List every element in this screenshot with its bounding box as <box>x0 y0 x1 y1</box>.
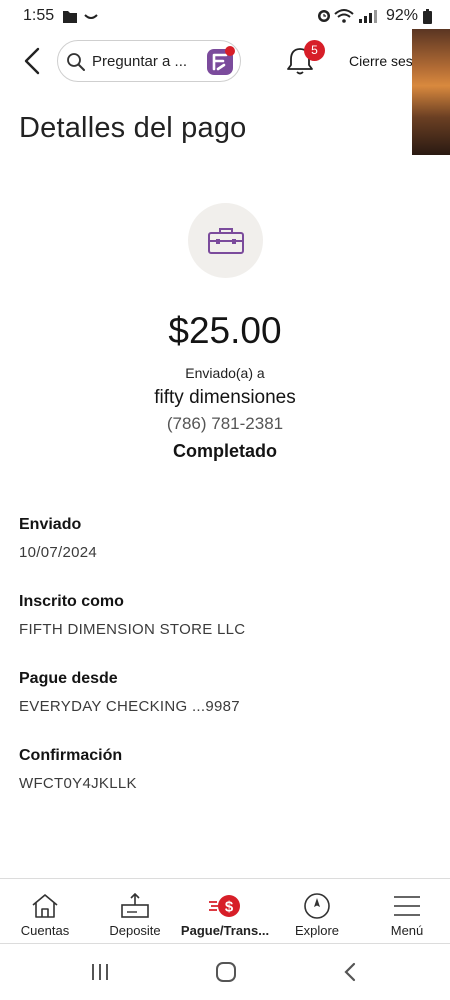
detail-label: Confirmación <box>19 747 123 764</box>
detail-label: Inscrito como <box>19 593 124 610</box>
app-header: Preguntar a ... 5 Cierre ses <box>0 36 450 86</box>
status-right: 92% <box>317 7 432 25</box>
compass-icon <box>304 893 330 919</box>
fargo-assistant-icon[interactable] <box>207 46 236 75</box>
minus-curve-icon <box>84 14 98 19</box>
detail-confirmation: Confirmación WFCT0Y4JKLLK <box>19 747 429 792</box>
status-bar: 1:55 92% <box>0 0 450 34</box>
nav-label: Cuentas <box>20 923 70 938</box>
detail-label: Enviado <box>19 516 82 533</box>
nav-label: Explore <box>294 923 340 938</box>
nav-item-explore[interactable]: Explore <box>272 879 362 945</box>
nav-label: Deposite <box>109 923 161 938</box>
search-icon <box>67 53 85 71</box>
notification-badge: 5 <box>304 40 325 61</box>
payee-name: fifty dimensiones <box>154 387 296 408</box>
battery-percent: 92% <box>385 7 418 24</box>
nav-label: Pague/Trans... <box>180 923 270 938</box>
battery-icon <box>423 8 432 24</box>
chevron-left-icon <box>24 47 40 75</box>
wifi-icon <box>334 9 354 23</box>
floating-video-thumbnail[interactable] <box>412 29 450 155</box>
payment-status: Completado <box>172 441 277 461</box>
detail-sent-date: Enviado 10/07/2024 <box>19 516 429 561</box>
search-placeholder: Preguntar a ... <box>92 53 188 70</box>
recent-apps-icon[interactable] <box>90 961 110 983</box>
alarm-icon <box>317 10 330 22</box>
sent-to-label: Enviado(a) a <box>185 365 265 381</box>
home-icon <box>32 894 58 918</box>
detail-value: 10/07/2024 <box>19 544 98 561</box>
nav-item-pay-transfer[interactable]: $ Pague/Trans... <box>180 879 270 945</box>
nav-label: Menú <box>390 923 424 938</box>
payment-amount: $25.00 <box>168 310 282 351</box>
pay-transfer-icon: $ <box>209 895 240 917</box>
detail-value: EVERYDAY CHECKING ...9987 <box>19 698 240 715</box>
nav-item-accounts[interactable]: Cuentas <box>0 879 90 945</box>
system-navigation-bar <box>0 945 450 1000</box>
deposit-icon <box>121 893 149 918</box>
assistant-search-field[interactable]: Preguntar a ... <box>57 40 241 82</box>
detail-pay-from: Pague desde EVERYDAY CHECKING ...9987 <box>19 670 429 715</box>
signout-button[interactable]: Cierre ses <box>349 53 413 69</box>
signal-icon <box>358 10 377 23</box>
detail-label: Pague desde <box>19 670 118 687</box>
detail-value: WFCT0Y4JKLLK <box>19 775 137 792</box>
nav-item-menu[interactable]: Menú <box>362 879 450 945</box>
nav-item-deposit[interactable]: Deposite <box>90 879 180 945</box>
payee-phone: (786) 781-2381 <box>166 414 284 433</box>
detail-enrolled-as: Inscrito como FIFTH DIMENSION STORE LLC <box>19 593 429 638</box>
status-time: 1:55 <box>23 7 55 24</box>
home-button-icon[interactable] <box>214 960 238 984</box>
folder-icon <box>63 11 77 23</box>
status-notification-icons <box>63 11 98 23</box>
back-button[interactable] <box>20 46 46 76</box>
detail-value: FIFTH DIMENSION STORE LLC <box>19 621 246 638</box>
status-system-icons <box>317 9 377 23</box>
menu-icon <box>394 896 420 916</box>
system-back-icon[interactable] <box>342 961 358 983</box>
briefcase-icon <box>208 228 244 254</box>
page-title: Detalles del pago <box>19 112 247 144</box>
payment-icon-circle <box>188 203 263 278</box>
bottom-navigation: Cuentas Deposite $ Pague/Trans... Explor… <box>0 878 450 944</box>
svg-text:$: $ <box>225 899 234 916</box>
